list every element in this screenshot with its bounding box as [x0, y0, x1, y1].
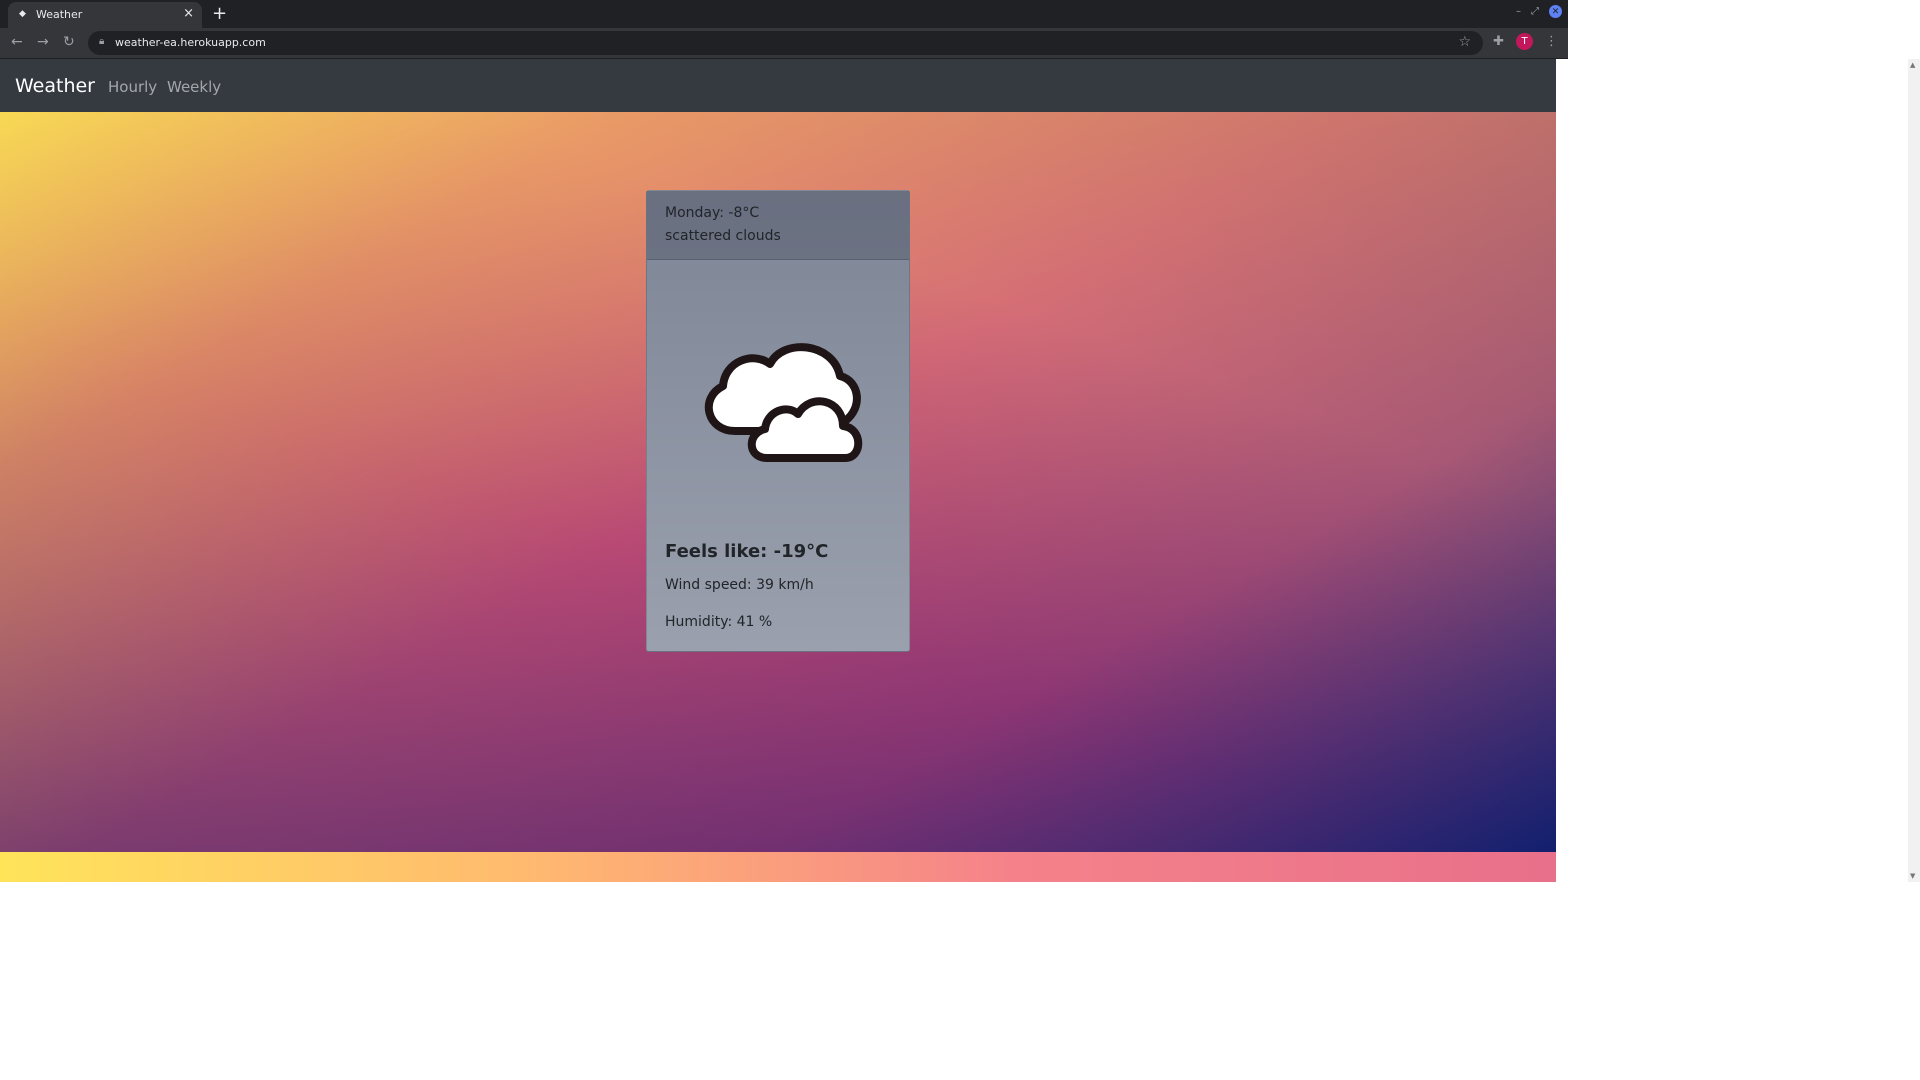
- day-temperature: Monday: -8°C: [665, 205, 760, 221]
- scroll-down-icon[interactable]: ▼: [1910, 872, 1915, 880]
- minimize-icon[interactable]: –: [1516, 6, 1521, 17]
- profile-avatar[interactable]: T: [1516, 33, 1533, 50]
- reload-icon[interactable]: ↻: [63, 34, 75, 50]
- feels-like: Feels like: -19°C: [665, 541, 829, 562]
- card-header: Monday: -8°C scattered clouds: [647, 191, 909, 260]
- tab-close-button[interactable]: ×: [183, 6, 194, 21]
- wind-speed: Wind speed: 39 km/h: [665, 577, 814, 593]
- browser-tab[interactable]: ◆ Weather ×: [8, 2, 202, 28]
- weather-description: scattered clouds: [665, 228, 781, 244]
- page-viewport: Weather Hourly Weekly Monday: -8°C scatt…: [0, 59, 1556, 882]
- bookmark-star-icon[interactable]: ☆: [1458, 34, 1471, 50]
- lock-icon[interactable]: 🔒︎: [99, 36, 104, 47]
- forward-icon[interactable]: →: [37, 34, 49, 50]
- scroll-up-icon[interactable]: ▲: [1910, 61, 1915, 69]
- back-icon[interactable]: ←: [11, 34, 23, 50]
- scattered-clouds-icon: [704, 343, 863, 462]
- nav-link-hourly[interactable]: Hourly: [108, 78, 157, 96]
- new-tab-button[interactable]: +: [212, 3, 227, 24]
- browser-toolbar: ← → ↻ 🔒︎ weather-ea.herokuapp.com ☆ ✚ T …: [0, 28, 1568, 59]
- humidity: Humidity: 41 %: [665, 614, 773, 630]
- page-scrollbar[interactable]: ▲ ▼: [1908, 59, 1920, 882]
- maximize-icon[interactable]: ⤢: [1531, 6, 1539, 17]
- weather-card: Monday: -8°C scattered clouds Feels like…: [646, 190, 910, 652]
- window-controls: – ⤢ ✕: [1516, 5, 1562, 18]
- background-image-repeat: [0, 852, 1556, 882]
- url-text[interactable]: weather-ea.herokuapp.com: [115, 36, 266, 49]
- nav-link-weekly[interactable]: Weekly: [167, 78, 221, 96]
- window-close-icon[interactable]: ✕: [1549, 5, 1562, 18]
- favicon-icon: ◆: [19, 9, 26, 19]
- extensions-icon[interactable]: ✚: [1493, 34, 1504, 49]
- address-bar[interactable]: 🔒︎ weather-ea.herokuapp.com ☆: [88, 31, 1483, 55]
- navbar-brand[interactable]: Weather: [15, 75, 95, 97]
- browser-tabbar: ◆ Weather × + – ⤢ ✕: [0, 0, 1568, 28]
- menu-icon[interactable]: ⋮: [1545, 34, 1558, 49]
- background-image: Monday: -8°C scattered clouds Feels like…: [0, 112, 1556, 852]
- tab-title: Weather: [36, 8, 83, 21]
- toolbar-right: ✚ T ⋮: [1493, 33, 1558, 50]
- navbar: Weather Hourly Weekly: [0, 59, 1556, 112]
